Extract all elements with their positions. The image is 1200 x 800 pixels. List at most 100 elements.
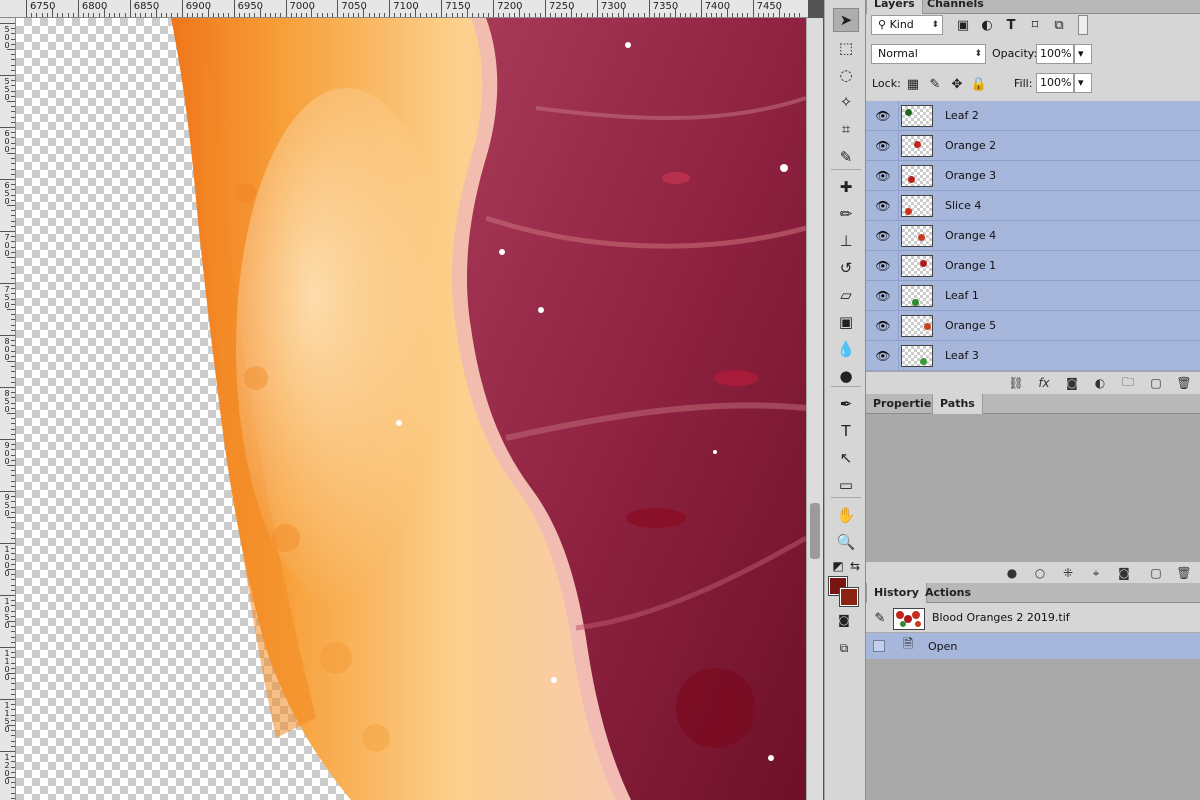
- move-tool-icon[interactable]: ➤: [833, 8, 859, 32]
- adjustment-filter-icon[interactable]: ◐: [978, 16, 996, 34]
- layers-panel-tabs: Layers Channels: [866, 0, 1200, 14]
- blur-tool-icon[interactable]: 💧: [833, 337, 859, 361]
- layer-row[interactable]: 👁 Slice 4: [866, 191, 1200, 221]
- swap-colors-icon[interactable]: ⇆: [847, 558, 863, 574]
- tab-paths[interactable]: Paths: [932, 394, 983, 414]
- quick-mask-icon[interactable]: ◙: [836, 612, 852, 628]
- fill-path-icon[interactable]: ●: [1004, 565, 1020, 581]
- link-layers-icon[interactable]: ⛓: [1008, 375, 1024, 391]
- vertical-scrollbar[interactable]: [806, 18, 823, 800]
- layer-thumbnail[interactable]: [901, 315, 933, 337]
- opacity-input[interactable]: 100%: [1036, 44, 1074, 64]
- lock-all-icon[interactable]: 🔒: [970, 75, 988, 93]
- fx-icon[interactable]: fx: [1036, 375, 1052, 391]
- eye-icon[interactable]: 👁: [875, 138, 891, 154]
- lock-transparent-pixels-icon[interactable]: ▦: [904, 75, 922, 93]
- screen-mode-icon[interactable]: ⧉: [836, 640, 852, 656]
- layer-thumbnail[interactable]: [901, 255, 933, 277]
- layer-row[interactable]: 👁 Leaf 3: [866, 341, 1200, 371]
- tab-layers[interactable]: Layers: [866, 0, 923, 14]
- eye-icon[interactable]: 👁: [875, 198, 891, 214]
- document-canvas[interactable]: [16, 18, 806, 800]
- scrollbar-thumb[interactable]: [810, 503, 820, 559]
- layer-row[interactable]: 👁 Orange 3: [866, 161, 1200, 191]
- history-state-open[interactable]: 🗎 Open: [866, 633, 1200, 659]
- path-selection-tool-icon[interactable]: ↖: [833, 446, 859, 470]
- new-group-icon[interactable]: 🗀: [1120, 375, 1136, 391]
- delete-path-icon[interactable]: 🗑: [1176, 565, 1192, 581]
- eye-icon[interactable]: 👁: [875, 108, 891, 124]
- eye-icon[interactable]: 👁: [875, 348, 891, 364]
- eye-icon[interactable]: 👁: [875, 318, 891, 334]
- layer-mask-icon[interactable]: ◙: [1064, 375, 1080, 391]
- hand-tool-icon[interactable]: ✋: [833, 503, 859, 527]
- background-color-swatch[interactable]: [839, 587, 859, 607]
- lasso-tool-icon[interactable]: ◌: [833, 63, 859, 87]
- ruler-minor-tick: [11, 241, 15, 243]
- eyedropper-tool-icon[interactable]: ✎: [833, 145, 859, 169]
- add-mask-icon[interactable]: ◙: [1116, 565, 1132, 581]
- ruler-minor-tick: [11, 142, 15, 144]
- new-path-icon[interactable]: ▢: [1148, 565, 1164, 581]
- fill-input[interactable]: 100%: [1036, 73, 1074, 93]
- pixel-filter-icon[interactable]: ▣: [954, 16, 972, 34]
- shape-filter-icon[interactable]: ⌑: [1026, 16, 1044, 34]
- lock-position-icon[interactable]: ✥: [948, 75, 966, 93]
- make-work-path-icon[interactable]: ⌖: [1088, 565, 1104, 581]
- eye-icon[interactable]: 👁: [875, 258, 891, 274]
- crop-tool-icon[interactable]: ⌗: [833, 117, 859, 141]
- marquee-tool-icon[interactable]: ⬚: [833, 36, 859, 60]
- ruler-minor-tick: [11, 329, 15, 331]
- history-brush-source-icon[interactable]: ✎: [871, 609, 889, 627]
- tab-actions[interactable]: Actions: [918, 583, 978, 603]
- history-brush-tool-icon[interactable]: ↺: [833, 256, 859, 280]
- type-filter-icon[interactable]: T: [1002, 16, 1020, 34]
- history-state-checkbox[interactable]: [873, 640, 885, 652]
- dodge-tool-icon[interactable]: ●: [833, 364, 859, 388]
- gradient-tool-icon[interactable]: ▣: [833, 310, 859, 334]
- ruler-minor-tick: [150, 13, 152, 17]
- layer-thumbnail[interactable]: [901, 285, 933, 307]
- trash-icon[interactable]: 🗑: [1176, 375, 1192, 391]
- eraser-tool-icon[interactable]: ▱: [833, 283, 859, 307]
- layer-row[interactable]: 👁 Leaf 2: [866, 101, 1200, 131]
- default-colors-icon[interactable]: ◩: [830, 558, 846, 574]
- opacity-dropdown-button[interactable]: ▾: [1074, 44, 1092, 64]
- layer-row[interactable]: 👁 Orange 2: [866, 131, 1200, 161]
- blend-mode-dropdown[interactable]: Normal ⬍: [871, 44, 986, 64]
- stroke-path-icon[interactable]: ○: [1032, 565, 1048, 581]
- rectangle-tool-icon[interactable]: ▭: [833, 473, 859, 497]
- eye-icon[interactable]: 👁: [875, 228, 891, 244]
- layer-row[interactable]: 👁 Leaf 1: [866, 281, 1200, 311]
- layer-thumbnail[interactable]: [901, 135, 933, 157]
- layer-filter-dropdown[interactable]: ⚲ Kind ⬍: [871, 15, 943, 35]
- healing-brush-tool-icon[interactable]: ✚: [833, 175, 859, 199]
- eye-icon[interactable]: 👁: [875, 288, 891, 304]
- layer-thumbnail[interactable]: [901, 345, 933, 367]
- adjustment-layer-icon[interactable]: ◐: [1092, 375, 1108, 391]
- layer-thumbnail[interactable]: [901, 195, 933, 217]
- filter-toggle-switch[interactable]: [1078, 15, 1088, 35]
- zoom-tool-icon[interactable]: 🔍: [833, 530, 859, 554]
- layer-row[interactable]: 👁 Orange 4: [866, 221, 1200, 251]
- history-snapshot[interactable]: ✎ Blood Oranges 2 2019.tif: [866, 603, 1200, 633]
- quick-select-tool-icon[interactable]: ✧: [833, 90, 859, 114]
- brush-tool-icon[interactable]: ✏: [833, 202, 859, 226]
- layer-thumbnail[interactable]: [901, 225, 933, 247]
- layer-row[interactable]: 👁 Orange 1: [866, 251, 1200, 281]
- type-tool-icon[interactable]: T: [833, 419, 859, 443]
- tab-channels[interactable]: Channels: [920, 0, 991, 14]
- layer-row[interactable]: 👁 Orange 5: [866, 311, 1200, 341]
- pen-tool-icon[interactable]: ✒: [833, 392, 859, 416]
- layer-thumbnail[interactable]: [901, 105, 933, 127]
- load-path-as-selection-icon[interactable]: ⁜: [1060, 565, 1076, 581]
- new-layer-icon[interactable]: ▢: [1148, 375, 1164, 391]
- ruler-major-tick: [26, 0, 27, 17]
- fill-dropdown-button[interactable]: ▾: [1074, 73, 1092, 93]
- lock-image-pixels-icon[interactable]: ✎: [926, 75, 944, 93]
- clone-stamp-tool-icon[interactable]: ⊥: [833, 229, 859, 253]
- layer-thumbnail[interactable]: [901, 165, 933, 187]
- eye-icon[interactable]: 👁: [875, 168, 891, 184]
- snapshot-name: Blood Oranges 2 2019.tif: [932, 611, 1070, 624]
- smart-object-filter-icon[interactable]: ⧉: [1050, 16, 1068, 34]
